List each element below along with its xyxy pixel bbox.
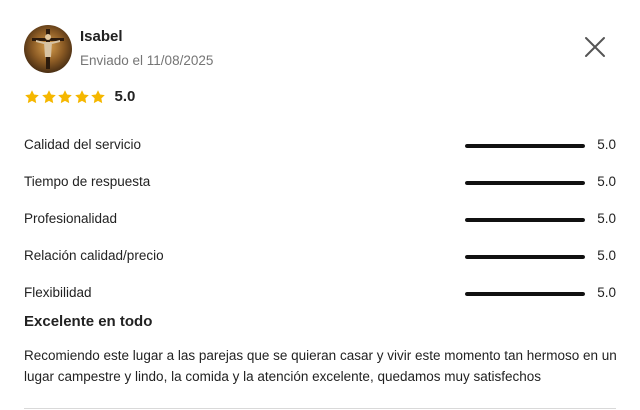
rating-row: Flexibilidad 5.0	[24, 274, 616, 311]
review-title: Excelente en todo	[24, 313, 153, 330]
rating-bar-fill	[465, 143, 585, 148]
sent-date: Enviado el 11/08/2025	[80, 53, 214, 68]
rating-bar	[465, 217, 585, 222]
close-icon[interactable]	[584, 36, 606, 58]
review-body: Recomiendo este lugar a las parejas que …	[24, 348, 617, 384]
star-icon	[24, 89, 40, 105]
rating-bar	[465, 143, 585, 148]
overall-score: 5.0	[114, 88, 136, 105]
rating-label: Tiempo de respuesta	[24, 173, 151, 189]
rating-value: 5.0	[597, 174, 616, 189]
rating-row: Calidad del servicio 5.0	[24, 126, 616, 163]
avatar	[24, 25, 72, 73]
star-icon	[57, 89, 73, 105]
rating-value: 5.0	[597, 211, 616, 226]
rating-label: Profesionalidad	[24, 210, 118, 226]
divider	[24, 408, 616, 409]
rating-breakdown: Calidad del servicio 5.0 Tiempo de respues…	[24, 126, 616, 311]
star-rating	[24, 89, 107, 105]
reviewer-name: Isabel	[80, 28, 123, 45]
close-button[interactable]	[584, 36, 606, 58]
rating-label: Flexibilidad	[24, 284, 92, 300]
rating-bar	[465, 180, 585, 185]
rating-value: 5.0	[597, 137, 616, 152]
rating-bar	[465, 254, 585, 259]
rating-value: 5.0	[597, 248, 616, 263]
star-icon	[41, 89, 57, 105]
overall-rating: 5.0	[24, 88, 135, 105]
rating-bar-fill	[465, 254, 585, 259]
rating-value: 5.0	[597, 285, 616, 300]
rating-row: Relación calidad/precio 5.0	[24, 237, 616, 274]
review-header: Isabel Enviado el 11/08/2025	[24, 25, 213, 73]
rating-label: Relación calidad/precio	[24, 247, 164, 263]
rating-row: Profesionalidad 5.0	[24, 200, 616, 237]
rating-bar-fill	[465, 217, 585, 222]
rating-bar-fill	[465, 291, 585, 296]
rating-bar	[465, 291, 585, 296]
rating-row: Tiempo de respuesta 5.0	[24, 163, 616, 200]
star-icon	[90, 89, 106, 105]
rating-label: Calidad del servicio	[24, 136, 142, 152]
star-icon	[74, 89, 90, 105]
review-card: Isabel Enviado el 11/08/2025 5.0 Calidad…	[0, 0, 640, 410]
rating-bar-fill	[465, 180, 585, 185]
